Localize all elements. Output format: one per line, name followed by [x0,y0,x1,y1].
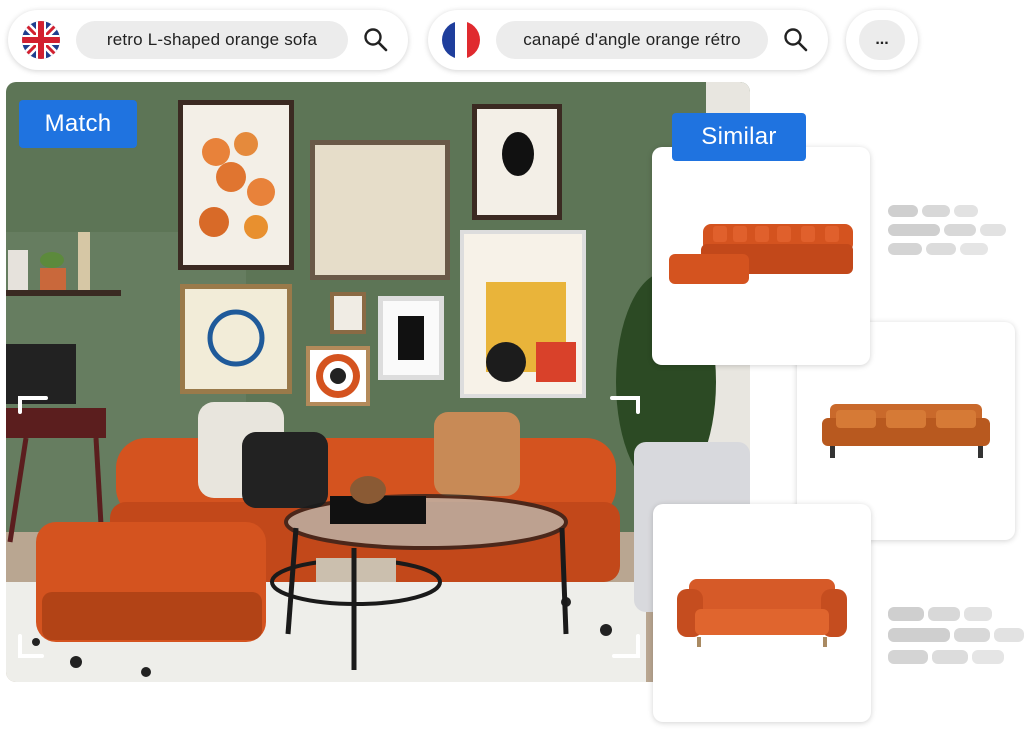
two-seat-sofa-thumbnail [677,579,847,647]
uk-flag-icon[interactable] [22,21,60,59]
search-icon[interactable] [356,20,396,60]
search-input-english[interactable]: retro L-shaped orange sofa [76,21,348,59]
room-scene-image [6,82,750,682]
search-icon[interactable] [776,20,816,60]
france-flag-icon[interactable] [442,21,480,59]
similar-result-card[interactable] [652,147,870,365]
more-languages-button[interactable]: ... [846,10,918,70]
search-input-french[interactable]: canapé d'angle orange rétro [496,21,768,59]
match-label: Match [19,100,137,148]
result-text-placeholder [888,607,1024,667]
query-bar-french: canapé d'angle orange rétro [428,10,828,70]
similar-result-card[interactable] [653,504,871,722]
result-text-placeholder [888,205,1008,261]
l-shaped-sofa-thumbnail [669,224,853,284]
query-bar-english: retro L-shaped orange sofa [8,10,408,70]
more-label: ... [859,20,905,60]
similar-label: Similar [672,113,806,161]
three-seat-sofa-thumbnail [822,404,990,458]
